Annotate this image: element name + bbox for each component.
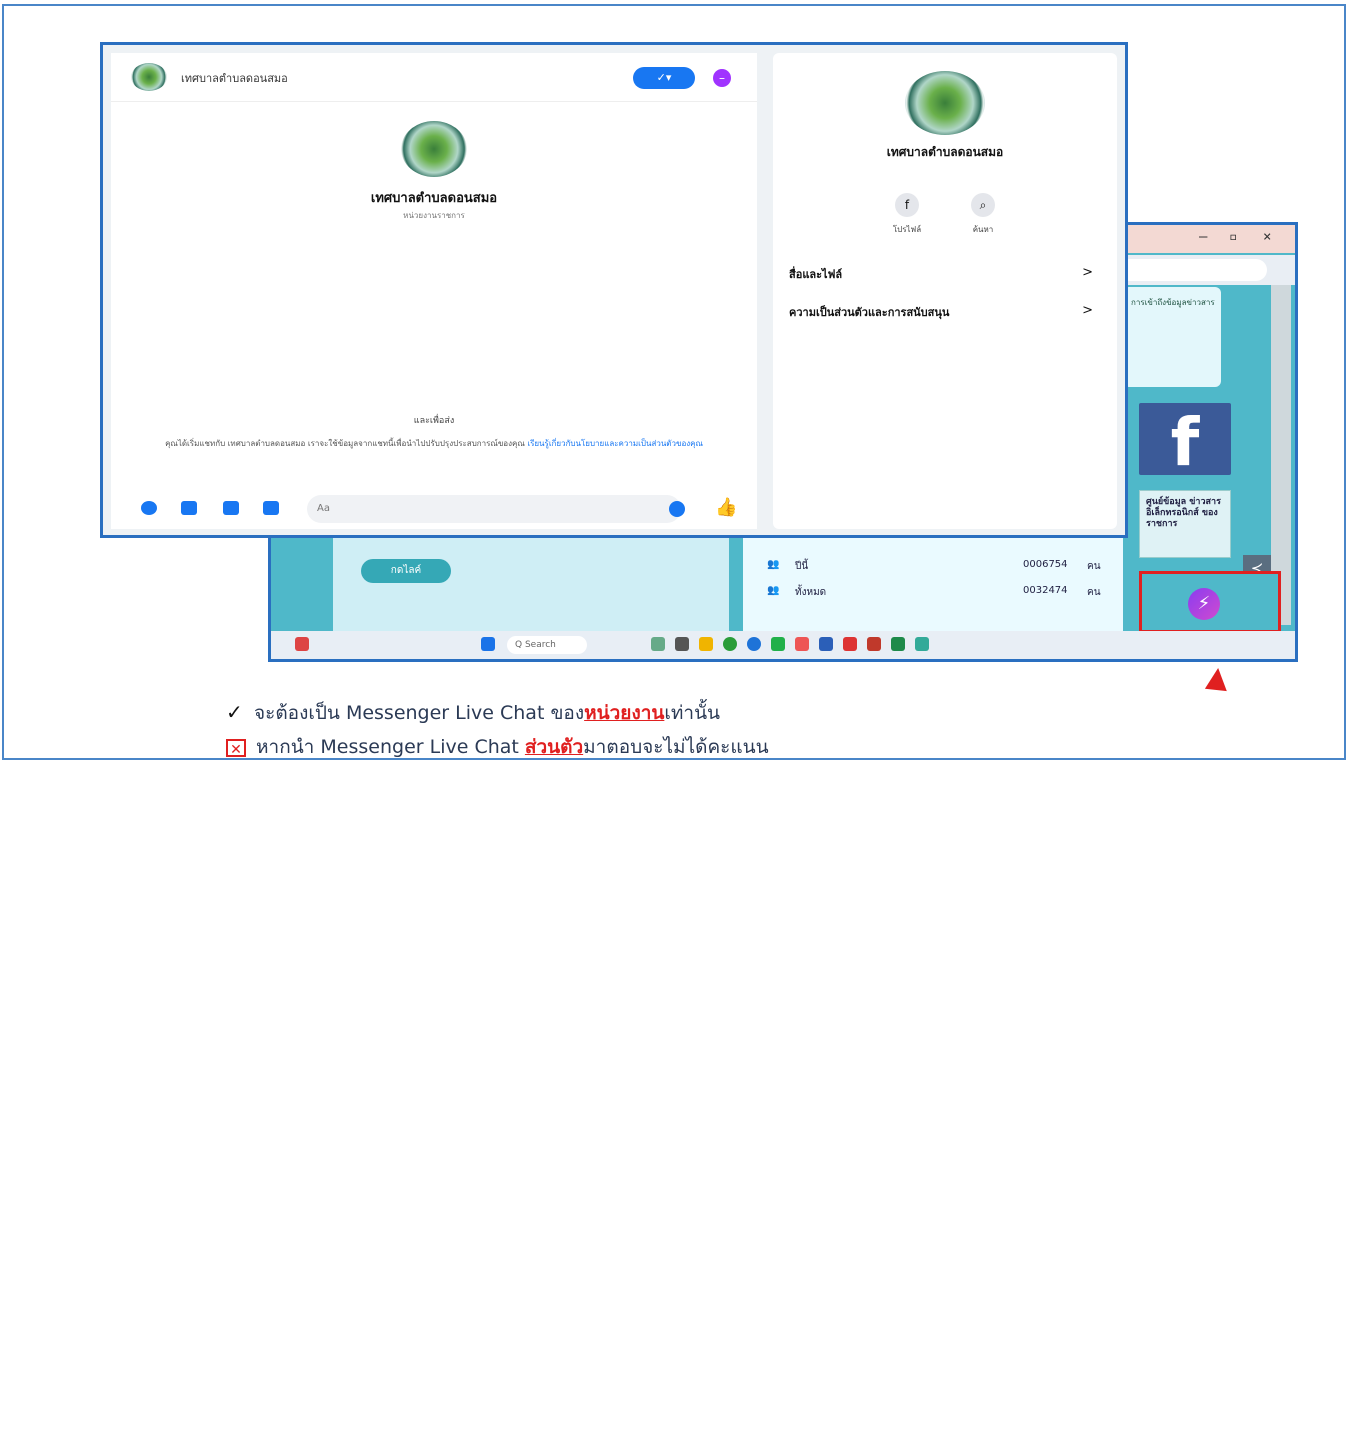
excel-icon[interactable] (891, 637, 905, 651)
check-icon: ✓ (226, 700, 243, 724)
app-icon[interactable] (795, 637, 809, 651)
caption-wrong: ✕ หากนำ Messenger Live Chat ส่วนตัวมาตอบจ… (226, 732, 769, 762)
address-bar[interactable] (1119, 259, 1267, 281)
menu-label: ความเป็นส่วนตัวและการสนับสนุน (789, 306, 950, 319)
weather-icon[interactable] (295, 637, 309, 651)
search-action[interactable]: ⌕ ค้นหา (953, 193, 1013, 236)
info-card-text: การเข้าถึงข้อมูลข่าวสาร (1131, 298, 1215, 307)
caption-text: เท่านั้น (664, 702, 721, 724)
profile-action[interactable]: f โปรไฟล์ (877, 193, 937, 236)
privacy-link[interactable]: เรียนรู้เกี่ยวกับนโยบายและความเป็นส่วนตั… (527, 439, 703, 448)
caption-correct: ✓ จะต้องเป็น Messenger Live Chat ของหน่วย… (226, 698, 720, 728)
chat-start-text: คุณได้เริ่มแชทกับ เทศบาลตำบลดอนสมอ เราจะ… (165, 439, 525, 448)
pdf-icon[interactable] (843, 637, 857, 651)
cross-box-icon: ✕ (226, 738, 246, 758)
like-button[interactable]: กดไลค์ (361, 559, 451, 583)
like-panel (333, 535, 729, 631)
folder-icon[interactable] (699, 637, 713, 651)
taskbar: Q Search (271, 631, 1295, 659)
image-icon[interactable] (181, 501, 197, 515)
edge-icon[interactable] (747, 637, 761, 651)
search-action-label: ค้นหา (972, 225, 994, 234)
messenger-highlight-box: ⚡ (1139, 571, 1281, 633)
page-info-panel: เทศบาลตำบลดอนสมอ f โปรไฟล์ ⌕ ค้นหา สื่อแ… (773, 53, 1117, 529)
menu-media-files[interactable]: สื่อและไฟล์ > (789, 265, 1093, 283)
composer-bar: Aa 👍 (111, 489, 757, 529)
page-logo (401, 121, 467, 177)
message-input[interactable]: Aa (307, 495, 681, 523)
messenger-window: เทศบาลตำบลดอนสมอ ✓▾ – เทศบาลตำบลดอนสมอ ห… (100, 42, 1128, 538)
chat-start-subject: และเพื่อส่ง (413, 416, 455, 426)
chevron-right-icon: > (1082, 303, 1093, 318)
chat-start-description: คุณได้เริ่มแชทกับ เทศบาลตำบลดอนสมอ เราจะ… (129, 437, 739, 451)
minimize-chat-button[interactable]: – (713, 69, 731, 87)
taskbar-search[interactable]: Q Search (507, 636, 587, 654)
maximize-icon[interactable]: ▫ (1229, 229, 1237, 245)
visitor-row-icon: 👥 (767, 559, 780, 570)
red-arrow-icon (1204, 666, 1230, 692)
caption-text: มาตอบจะไม่ได้คะแนน (583, 736, 769, 758)
visitor-stats (743, 535, 1123, 631)
add-icon[interactable] (141, 501, 157, 515)
header-status-button[interactable]: ✓▾ (633, 67, 695, 89)
emoji-icon[interactable] (669, 501, 685, 517)
caption-highlight: หน่วยงาน (584, 702, 665, 724)
chat-page-name: เทศบาลตำบลดอนสมอ (181, 72, 288, 85)
sticker-icon[interactable] (223, 501, 239, 515)
gif-icon[interactable] (263, 501, 279, 515)
thumbs-up-icon[interactable]: 👍 (715, 497, 737, 518)
menu-label: สื่อและไฟล์ (789, 268, 843, 281)
page-category: หน่วยงานราชการ (403, 211, 465, 220)
messenger-icon[interactable]: ⚡ (1188, 588, 1220, 620)
minimize-icon[interactable]: – (1199, 229, 1207, 245)
chevron-right-icon: > (1082, 265, 1093, 280)
side-page-name: เทศบาลตำบลดอนสมอ (886, 145, 1004, 159)
visitor-row-name: ทั้งหมด (795, 587, 827, 598)
close-icon[interactable]: × (1263, 229, 1271, 245)
caption-highlight: ส่วนตัว (524, 736, 584, 758)
page-avatar (131, 63, 167, 91)
chrome-icon[interactable] (723, 637, 737, 651)
menu-privacy-support[interactable]: ความเป็นส่วนตัวและการสนับสนุน > (789, 303, 1093, 321)
page-title: เทศบาลตำบลดอนสมอ (370, 191, 498, 206)
chat-panel: เทศบาลตำบลดอนสมอ ✓▾ – เทศบาลตำบลดอนสมอ ห… (111, 53, 757, 529)
page-logo (905, 71, 985, 135)
facebook-profile-icon: f (895, 193, 919, 217)
caption-text: หากนำ Messenger Live Chat (256, 736, 525, 758)
visitor-row-count: 0006754 (1023, 559, 1068, 570)
line-icon[interactable] (771, 637, 785, 651)
visitor-row-unit: คน (1087, 561, 1101, 572)
info-center-tile[interactable]: ศูนย์ข้อมูล ข่าวสาร อิเล็กทรอนิกส์ ของรา… (1139, 490, 1231, 558)
word-icon[interactable] (819, 637, 833, 651)
app-icon[interactable] (651, 637, 665, 651)
visitor-row-icon: 👥 (767, 585, 780, 596)
visitor-row-name: ปีนี้ (795, 561, 809, 572)
search-icon: ⌕ (971, 193, 995, 217)
app-icon[interactable] (675, 637, 689, 651)
caption-text: จะต้องเป็น Messenger Live Chat ของ (254, 702, 585, 724)
info-card: การเข้าถึงข้อมูลข่าวสาร (1123, 287, 1221, 387)
chat-header: เทศบาลตำบลดอนสมอ ✓▾ – (111, 53, 757, 102)
profile-action-label: โปรไฟล์ (892, 225, 922, 234)
visitor-row-unit: คน (1087, 587, 1101, 598)
visitor-row-count: 0032474 (1023, 585, 1068, 596)
start-icon[interactable] (481, 637, 495, 651)
app-icon[interactable] (915, 637, 929, 651)
facebook-icon[interactable]: f (1139, 403, 1231, 481)
powerpoint-icon[interactable] (867, 637, 881, 651)
